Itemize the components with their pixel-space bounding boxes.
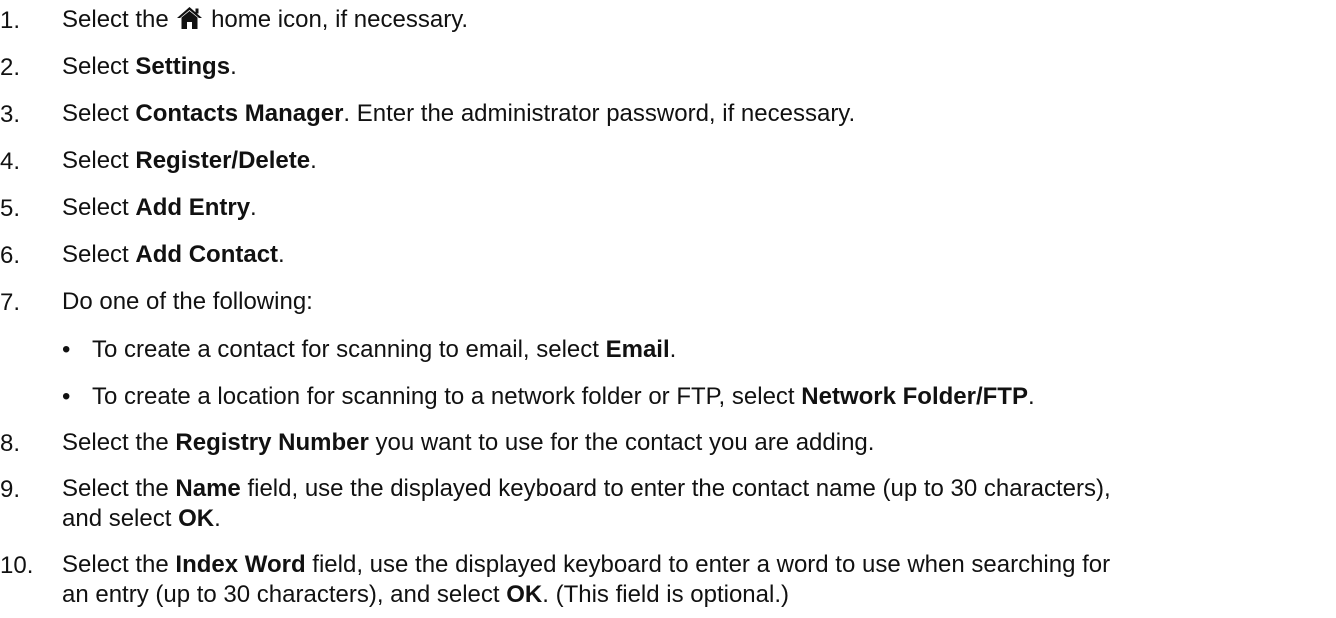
ui-term: Registry Number <box>175 429 369 456</box>
step-number: 8. <box>0 430 21 457</box>
text-run: . <box>230 53 237 80</box>
text-run: . <box>669 336 677 363</box>
text-run: Select <box>62 53 136 80</box>
text-run: . <box>1027 383 1035 410</box>
step-text: Select Settings. <box>62 52 1326 82</box>
ui-term: Settings <box>135 53 231 80</box>
text-run: To create a contact for scanning to emai… <box>92 336 606 363</box>
step-number: 7. <box>0 289 21 316</box>
bullet-marker: • <box>62 336 71 363</box>
ui-term: Add Entry <box>135 194 251 221</box>
text-run: Select the <box>62 6 176 33</box>
step-text: Select Add Contact. <box>62 240 1326 270</box>
text-run: Select <box>62 241 136 268</box>
text-run: Select the <box>62 475 176 502</box>
text-run: Select the <box>62 551 176 578</box>
home-icon <box>177 7 203 29</box>
text-run: field, use the displayed keyboard to ent… <box>240 475 1111 502</box>
ui-term: Add Contact <box>135 241 279 268</box>
step-number: 5. <box>0 195 21 222</box>
bullet-text: To create a contact for scanning to emai… <box>92 334 676 366</box>
text-run: Select <box>62 147 136 174</box>
ui-term: Register/Delete <box>135 147 311 174</box>
text-run: Select <box>62 194 136 221</box>
step-number: 10. <box>0 552 34 579</box>
text-run: an entry (up to 30 characters), and sele… <box>62 581 507 608</box>
text-run: . <box>310 147 317 174</box>
text-run: To create a location for scanning to a n… <box>92 383 802 410</box>
text-run: . (This field is optional.) <box>542 581 789 608</box>
step-number: 2. <box>0 54 21 81</box>
bullet-text: To create a location for scanning to a n… <box>92 381 1035 413</box>
text-run: . <box>214 505 221 532</box>
ui-term: Index Word <box>175 551 306 578</box>
ui-term: Email <box>605 336 670 363</box>
text-run: . <box>278 241 285 268</box>
step-number: 4. <box>0 148 21 175</box>
step-text: Select the home icon, if necessary. <box>62 5 1326 35</box>
ui-term: Network Folder/FTP <box>801 383 1028 410</box>
bullet-marker: • <box>62 383 71 410</box>
text-run: . <box>250 194 257 221</box>
text-run: Do one of the following: <box>62 288 313 315</box>
ui-term: OK <box>506 581 543 608</box>
text-run: . Enter the administrator password, if n… <box>343 100 856 127</box>
text-run: home icon, if necessary. <box>204 6 469 33</box>
step-number: 3. <box>0 101 21 128</box>
step-number: 9. <box>0 476 21 503</box>
text-run: Select the <box>62 429 176 456</box>
text-run: field, use the displayed keyboard to ent… <box>305 551 1111 578</box>
step-text: Select Add Entry. <box>62 193 1326 223</box>
ui-term: OK <box>178 505 215 532</box>
step-text: Select the Index Word field, use the dis… <box>62 550 1326 610</box>
text-run: you want to use for the contact you are … <box>368 429 875 456</box>
step-text: Select Contacts Manager. Enter the admin… <box>62 99 1326 129</box>
step-text: Select Register/Delete. <box>62 146 1326 176</box>
step-text: Do one of the following: <box>62 287 1326 317</box>
step-number: 1. <box>0 7 21 34</box>
step-number: 6. <box>0 242 21 269</box>
ui-term: Name <box>175 475 241 502</box>
ui-term: Contacts Manager <box>135 100 344 127</box>
text-run: and select <box>62 505 179 532</box>
step-text: Select the Name field, use the displayed… <box>62 474 1326 534</box>
text-run: Select <box>62 100 136 127</box>
step-text: Select the Registry Number you want to u… <box>62 428 1326 458</box>
